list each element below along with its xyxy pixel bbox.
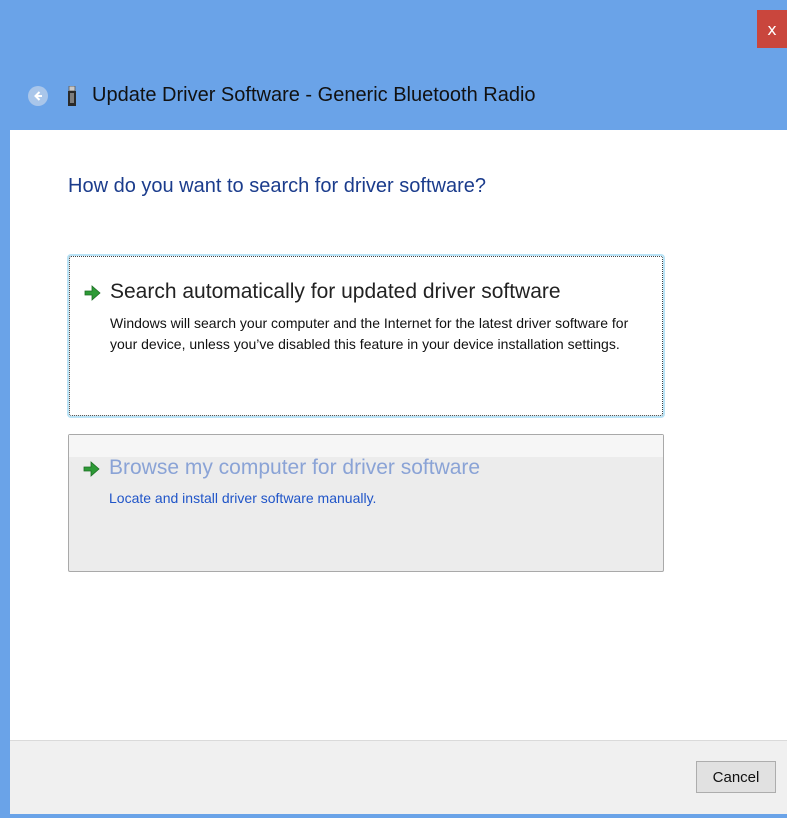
- option-title: Search automatically for updated driver …: [110, 280, 561, 303]
- window-bottom-border: [0, 814, 787, 818]
- title-bar: x Update Driver Software - Generic Bluet…: [0, 0, 787, 130]
- usb-device-icon: [68, 86, 76, 106]
- back-button[interactable]: [28, 86, 48, 106]
- close-icon: x: [767, 19, 777, 39]
- green-arrow-icon: [83, 461, 100, 477]
- green-arrow-icon: [84, 285, 101, 301]
- page-question: How do you want to search for driver sof…: [68, 175, 486, 197]
- dialog-window: x Update Driver Software - Generic Bluet…: [0, 0, 787, 818]
- back-arrow-icon: [34, 91, 42, 101]
- option-description: Locate and install driver software manua…: [109, 490, 377, 506]
- content-area: How do you want to search for driver sof…: [10, 130, 787, 740]
- search-automatically-option[interactable]: Search automatically for updated driver …: [67, 254, 665, 418]
- window-title: Update Driver Software - Generic Bluetoo…: [92, 84, 536, 106]
- option-title: Browse my computer for driver software: [109, 456, 481, 479]
- dialog-footer: Cancel: [10, 740, 787, 818]
- cancel-button[interactable]: Cancel: [696, 761, 776, 793]
- close-button[interactable]: x: [757, 10, 787, 48]
- browse-computer-option[interactable]: Browse my computer for driver software L…: [68, 434, 664, 572]
- option-description: Windows will search your computer and th…: [110, 315, 629, 352]
